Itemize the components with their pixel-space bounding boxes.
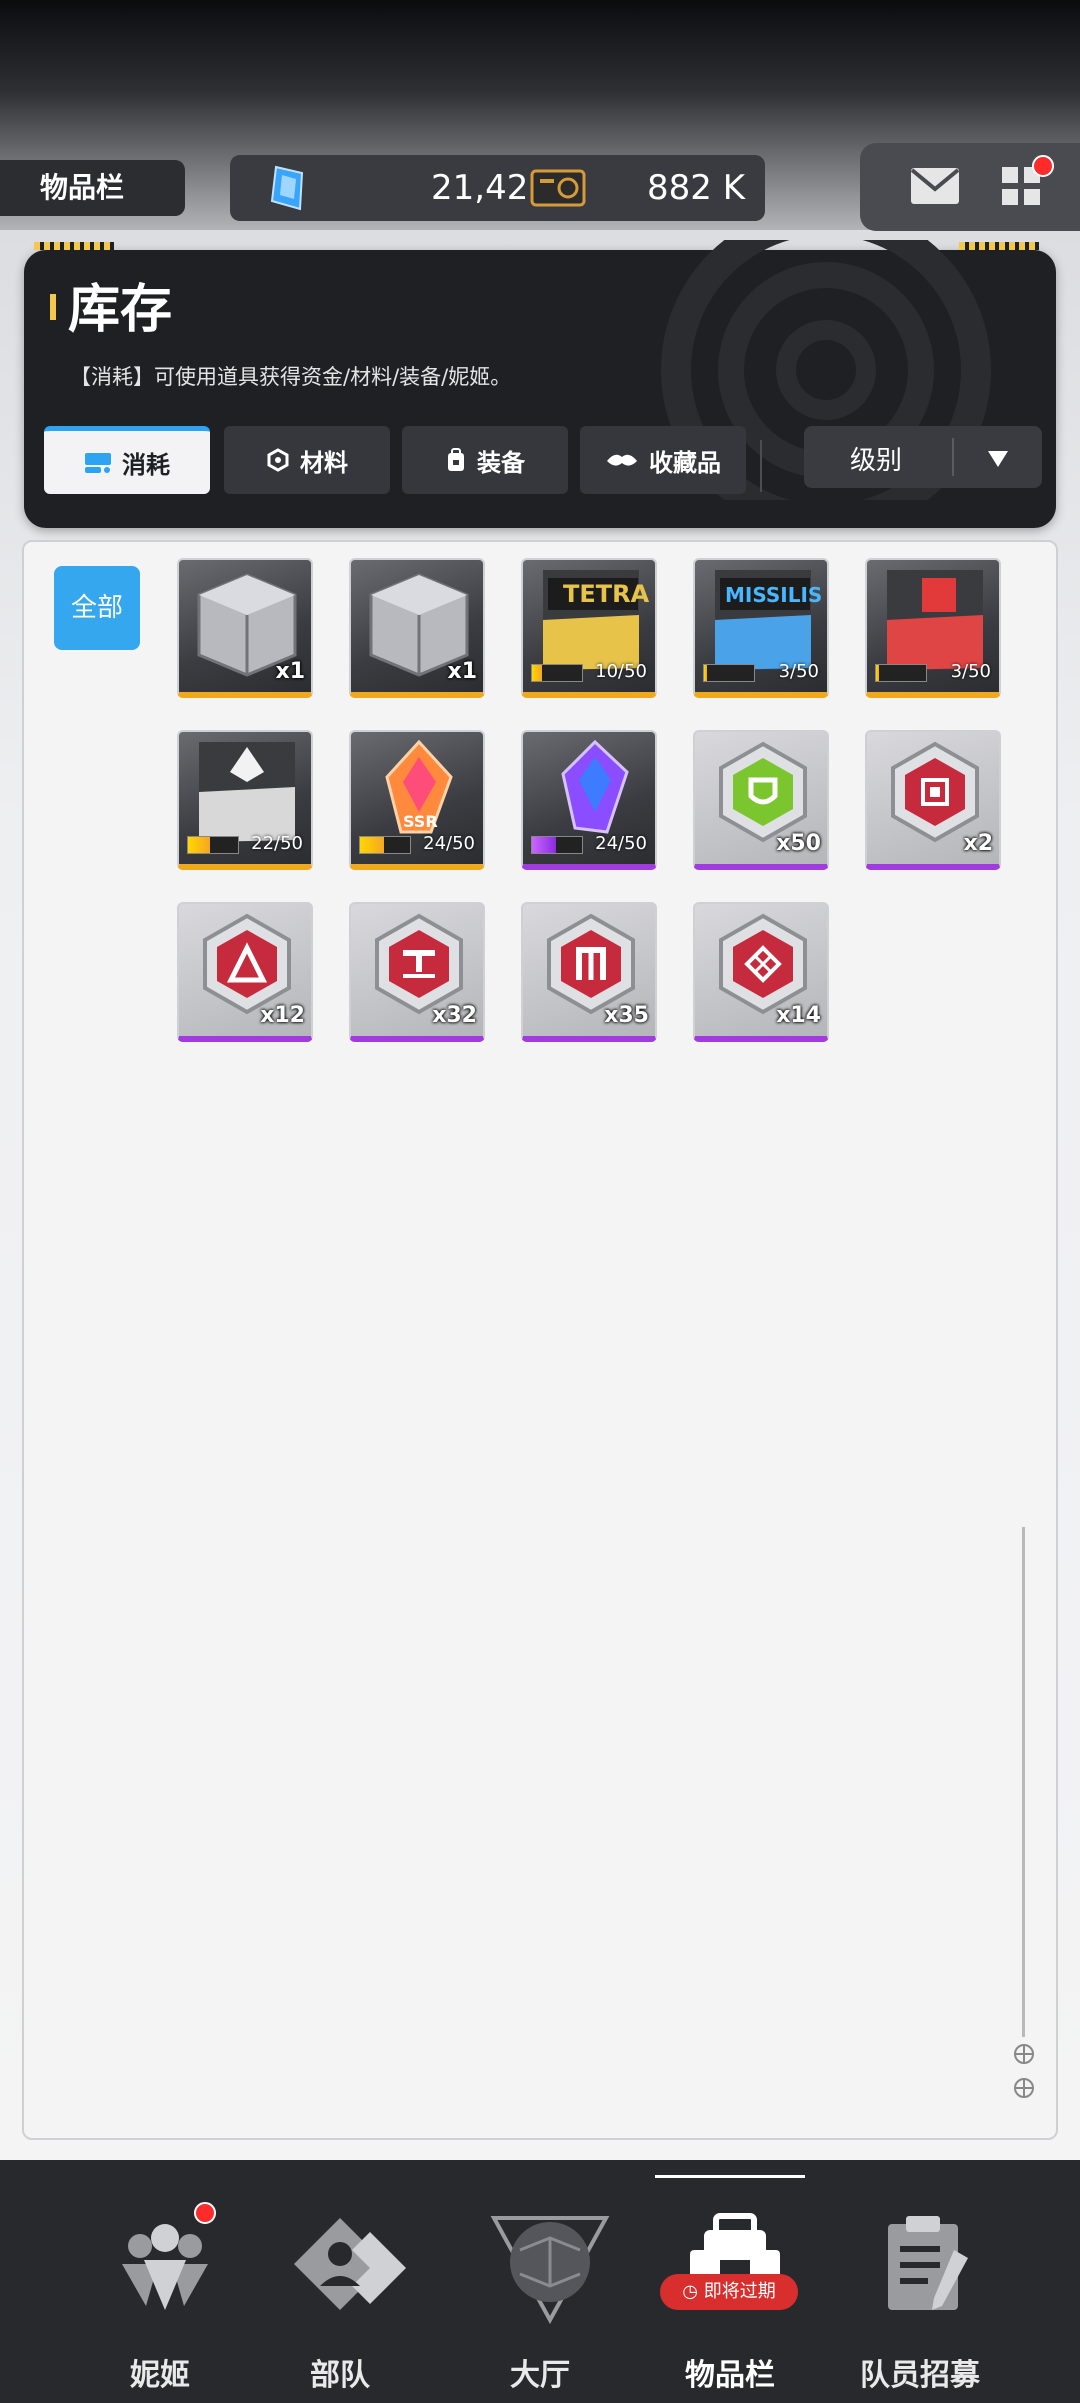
svg-text:MISSILIS: MISSILIS [725, 583, 822, 607]
inventory-content: 全部 x1 x1 TETRA 10/50 MISSILIS 3/50 3/50 … [22, 540, 1058, 2140]
gem-icon [268, 165, 308, 215]
nav-label: 物品栏 [685, 2358, 775, 2393]
red-swirl-module-item[interactable]: x2 [865, 730, 1001, 870]
item-progress-bar [187, 836, 239, 854]
item-count: x2 [963, 831, 994, 856]
inventory-description: 【消耗】可使用道具获得资金/材料/装备/妮姬。 [70, 365, 512, 389]
nav-label: 部队 [310, 2358, 370, 2393]
sort-level-select[interactable]: 级别 [804, 426, 1042, 488]
menu-notification-dot [1032, 155, 1054, 177]
bottom-nav: 妮姬 部队 大厅 物品栏 队员招募 [0, 2160, 1080, 2403]
item-count: 24/50 [423, 833, 475, 854]
chevron-down-icon [986, 446, 1010, 476]
squad-icon [294, 2218, 406, 2310]
tab-label: 材料 [300, 448, 348, 477]
silver-crate-item[interactable]: x1 [349, 558, 485, 698]
expire-badge-label: 即将过期 [703, 2281, 776, 2302]
tab-label: 装备 [477, 448, 525, 477]
top-right-actions [860, 143, 1080, 231]
backpack-icon [448, 448, 464, 471]
tab-label: 收藏品 [649, 448, 721, 477]
nikke-icon [122, 2224, 208, 2310]
item-count: x50 [776, 831, 821, 856]
item-count: x12 [260, 1003, 305, 1028]
pilgrim-manufacturer-item[interactable]: 22/50 [177, 730, 313, 870]
ssr-crystal-item[interactable]: SSR 24/50 [349, 730, 485, 870]
item-count: 3/50 [950, 661, 991, 682]
purple-crystal-item[interactable]: 24/50 [521, 730, 657, 870]
item-count: x1 [275, 659, 306, 684]
item-count: x14 [776, 1003, 821, 1028]
tetra-manufacturer-item[interactable]: TETRA 10/50 [521, 558, 657, 698]
elysion-manufacturer-item[interactable]: 3/50 [865, 558, 1001, 698]
credit-icon [530, 167, 586, 213]
nav-label: 妮姬 [130, 2358, 190, 2393]
scrollbar-track[interactable] [1022, 1527, 1025, 2037]
missilis-manufacturer-item[interactable]: MISSILIS 3/50 [693, 558, 829, 698]
page-tag: 物品栏 [0, 160, 185, 216]
tab-equipment[interactable]: 装备 [402, 426, 568, 494]
nav-label: 队员招募 [860, 2358, 980, 2393]
svg-text:SSR: SSR [403, 812, 438, 831]
item-progress-bar [531, 836, 583, 854]
collectible-icon [607, 454, 637, 466]
consumable-icon [85, 452, 111, 473]
item-count: 22/50 [251, 833, 303, 854]
silver-crate-item[interactable]: x1 [177, 558, 313, 698]
item-count: 3/50 [778, 661, 819, 682]
title-accent [50, 294, 56, 320]
nav-active-indicator [655, 2175, 805, 2178]
item-count: 10/50 [595, 661, 647, 682]
item-progress-bar [875, 664, 927, 682]
green-shield-module-item[interactable]: x50 [693, 730, 829, 870]
clock-icon: ◷ [682, 2281, 698, 2302]
inventory-header-panel: 库存 【消耗】可使用道具获得资金/材料/装备/妮姬。 消耗 材料 装备 收藏品 … [24, 240, 1056, 528]
red-t-module-item[interactable]: x32 [349, 902, 485, 1042]
item-progress-bar [359, 836, 411, 854]
expire-badge: ◷ 即将过期 [660, 2274, 798, 2310]
hexagon-icon [267, 448, 289, 472]
credit-amount: 882 K [647, 168, 745, 208]
nikke-notification-dot [194, 2202, 216, 2224]
tab-materials[interactable]: 材料 [224, 426, 390, 494]
nav-nikke[interactable]: 妮姬 [70, 2190, 250, 2393]
item-count: x35 [604, 1003, 649, 1028]
item-progress-bar [531, 664, 583, 682]
filter-all-button[interactable]: 全部 [54, 566, 140, 650]
tab-separator [760, 440, 762, 492]
mail-icon[interactable] [910, 167, 960, 209]
svg-text:TETRA: TETRA [563, 580, 650, 608]
panel-stripe-left [34, 242, 114, 250]
tab-label: 消耗 [122, 451, 170, 479]
sort-label: 级别 [850, 446, 903, 476]
currency-bar: 21,425 + 882 K [230, 155, 765, 221]
nav-recruit[interactable]: 队员招募 [830, 2190, 1010, 2393]
gem-amount: 21,425 [431, 168, 550, 208]
item-count: 24/50 [595, 833, 647, 854]
tab-collectibles[interactable]: 收藏品 [580, 426, 746, 494]
red-m-module-item[interactable]: x35 [521, 902, 657, 1042]
nav-squad[interactable]: 部队 [250, 2190, 430, 2393]
inventory-title: 库存 [68, 280, 173, 340]
recruit-icon [888, 2216, 968, 2310]
lobby-icon [490, 2216, 610, 2325]
nav-label: 大厅 [510, 2358, 570, 2393]
red-a-module-item[interactable]: x12 [177, 902, 313, 1042]
sort-divider [952, 438, 954, 476]
scroll-handle-icon[interactable] [1009, 2042, 1039, 2102]
red-grid-module-item[interactable]: x14 [693, 902, 829, 1042]
tab-consumables[interactable]: 消耗 [44, 426, 210, 494]
item-progress-bar [703, 664, 755, 682]
item-count: x32 [432, 1003, 477, 1028]
item-count: x1 [447, 659, 478, 684]
nav-lobby[interactable]: 大厅 [450, 2190, 630, 2393]
